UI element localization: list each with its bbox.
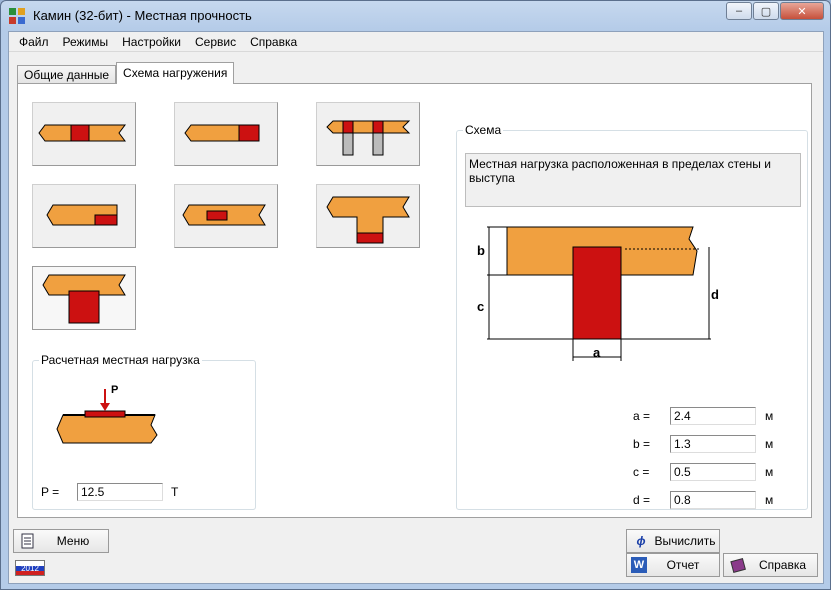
- scheme-4-diagram: [46, 204, 118, 226]
- load-diagram: P: [49, 381, 173, 459]
- title-bar[interactable]: Камин (32-бит) - Местная прочность – ▢ ✕: [1, 1, 830, 31]
- scheme-button-7[interactable]: [32, 266, 136, 330]
- scheme-diagram: b c d a: [465, 211, 727, 373]
- dim-c-label: c: [477, 299, 484, 314]
- scheme-3-diagram: [326, 120, 411, 156]
- app-window: Камин (32-бит) - Местная прочность – ▢ ✕…: [0, 0, 831, 590]
- param-a-input[interactable]: 2.4: [670, 407, 756, 425]
- scheme-button-6[interactable]: [316, 184, 420, 248]
- scheme-button-3[interactable]: [316, 102, 420, 166]
- schema-group-title: Схема: [463, 123, 504, 137]
- param-c-input[interactable]: 0.5: [670, 463, 756, 481]
- p-input[interactable]: 12.5: [77, 483, 163, 501]
- p-label: P =: [41, 485, 60, 499]
- param-a-unit: м: [765, 409, 774, 423]
- window-title: Камин (32-бит) - Местная прочность: [33, 8, 252, 23]
- close-icon: ✕: [797, 5, 807, 18]
- p-unit: Т: [171, 485, 179, 499]
- scheme-description: Местная нагрузка расположенная в предела…: [465, 153, 801, 207]
- tab-general-data[interactable]: Общие данные: [17, 65, 117, 84]
- scheme-5-diagram: [182, 204, 266, 226]
- param-b-label: b =: [633, 437, 651, 451]
- calculate-button[interactable]: ϕ Вычислить: [626, 529, 720, 553]
- param-d-input[interactable]: 0.8: [670, 491, 756, 509]
- param-a-label: a =: [633, 409, 651, 423]
- scheme-button-2[interactable]: [174, 102, 278, 166]
- scheme-1-diagram: [38, 124, 126, 142]
- scheme-button-4[interactable]: [32, 184, 136, 248]
- scheme-2-diagram: [184, 124, 260, 142]
- report-button-label: Отчет: [666, 558, 700, 572]
- maximize-icon: ▢: [760, 5, 772, 18]
- minimize-icon: –: [735, 5, 743, 17]
- help-button-label: Справка: [758, 558, 807, 572]
- menu-button[interactable]: Меню: [13, 529, 109, 553]
- help-button[interactable]: Справка: [723, 553, 818, 577]
- load-group: Расчетная местная нагрузка P P = 12.5 Т: [32, 353, 256, 510]
- load-group-title: Расчетная местная нагрузка: [39, 353, 202, 367]
- dim-b-label: b: [477, 243, 485, 258]
- param-d-unit: м: [765, 493, 774, 507]
- calculate-button-label: Вычислить: [654, 534, 716, 548]
- minimize-button[interactable]: –: [726, 2, 752, 20]
- close-button[interactable]: ✕: [780, 2, 824, 20]
- menu-file[interactable]: Файл: [12, 32, 56, 51]
- client-area: Файл Режимы Настройки Сервис Справка Общ…: [8, 31, 824, 584]
- schema-group: Схема Местная нагрузка расположенная в п…: [456, 123, 808, 510]
- dim-d-label: d: [711, 287, 719, 302]
- report-button[interactable]: W Отчет: [626, 553, 720, 577]
- param-d-label: d =: [633, 493, 651, 507]
- maximize-button[interactable]: ▢: [753, 2, 779, 20]
- tab-strip: Общие данные Схема нагружения: [17, 62, 235, 84]
- param-c-unit: м: [765, 465, 774, 479]
- param-c-label: c =: [633, 465, 650, 479]
- scheme-button-1[interactable]: [32, 102, 136, 166]
- scheme-7-diagram: [42, 274, 126, 324]
- word-icon: W: [631, 557, 647, 573]
- calculate-icon: ϕ: [636, 534, 646, 548]
- scheme-6-diagram: [326, 196, 410, 244]
- menu-settings[interactable]: Настройки: [115, 32, 188, 51]
- load-diagram-p-label: P: [111, 384, 118, 396]
- load-scheme-panel: Расчетная местная нагрузка P P = 12.5 Т …: [17, 83, 812, 518]
- version-badge: 2012: [15, 560, 45, 576]
- menu-service[interactable]: Сервис: [188, 32, 243, 51]
- param-b-input[interactable]: 1.3: [670, 435, 756, 453]
- param-b-unit: м: [765, 437, 774, 451]
- menu-bar: Файл Режимы Настройки Сервис Справка: [9, 32, 823, 52]
- dim-a-label: a: [593, 345, 601, 360]
- menu-button-label: Меню: [56, 534, 90, 548]
- app-icon: [9, 8, 25, 24]
- book-icon: [728, 556, 748, 574]
- menu-modes[interactable]: Режимы: [56, 32, 116, 51]
- menu-help[interactable]: Справка: [243, 32, 304, 51]
- tab-load-scheme[interactable]: Схема нагружения: [116, 62, 235, 84]
- scheme-button-5[interactable]: [174, 184, 278, 248]
- menu-icon: [18, 532, 38, 550]
